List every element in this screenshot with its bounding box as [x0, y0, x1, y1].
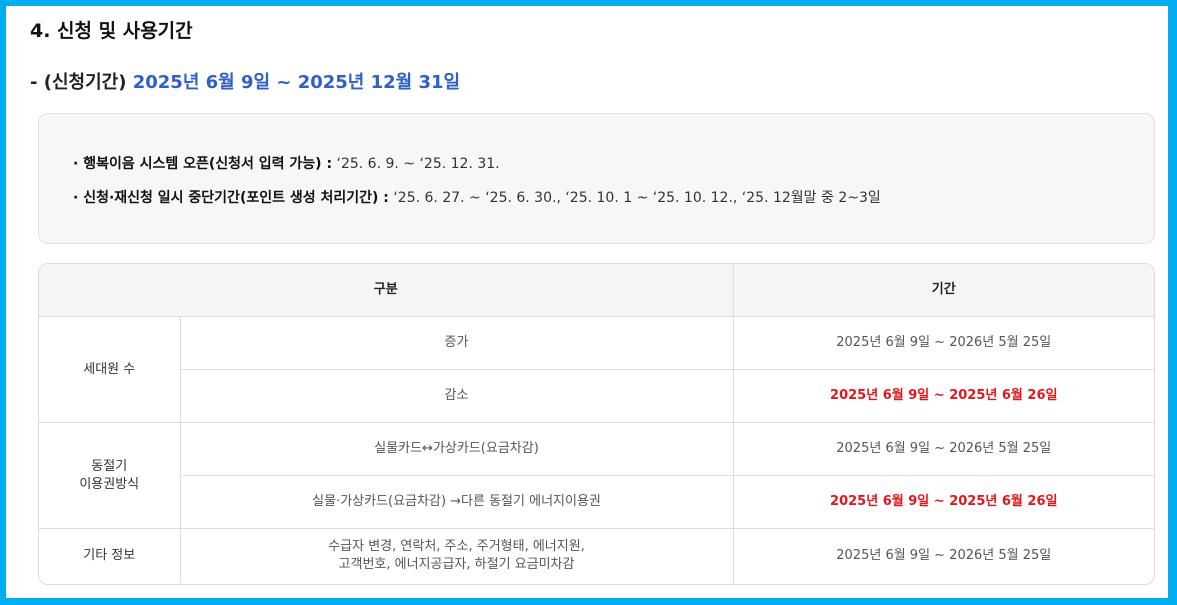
period-cell: 2025년 6월 9일 ~ 2026년 5월 25일 [732, 528, 1154, 583]
item-line: 고객번호, 에너지공급자, 하절기 요금미차감 [338, 557, 575, 572]
table-row: 세대원 수 증가 2025년 6월 9일 ~ 2026년 5월 25일 [39, 316, 1154, 423]
notice-value: ‘25. 6. 27. ~ ‘25. 6. 30., ‘25. 10. 1 ~ … [388, 190, 881, 206]
table-row: 감소 2025년 6월 9일 ~ 2025년 6월 26일 [39, 369, 1154, 423]
category-line: 이용권방식 [79, 476, 140, 492]
table-header-row: 구분 기간 [39, 264, 1154, 317]
period-cell-highlight: 2025년 6월 9일 ~ 2025년 6월 26일 [732, 369, 1154, 423]
item-cell: 수급자 변경, 연락처, 주소, 주거형태, 에너지원, 고객번호, 에너지공급… [179, 528, 734, 583]
application-period-range: 2025년 6월 9일 ~ 2025년 12월 31일 [132, 72, 461, 93]
application-period: - (신청기간) 2025년 6월 9일 ~ 2025년 12월 31일 [30, 68, 460, 94]
section-title: 4. 신청 및 사용기간 [30, 20, 193, 42]
notice-label: · 신청·재신청 일시 중단기간(포인트 생성 처리기간) : [73, 190, 389, 206]
period-cell-highlight: 2025년 6월 9일 ~ 2025년 6월 26일 [732, 475, 1154, 529]
category-household: 세대원 수 [39, 316, 181, 423]
period-cell: 2025년 6월 9일 ~ 2026년 5월 25일 [732, 422, 1154, 476]
notice-item-system-open: · 행복이음 시스템 오픈(신청서 입력 가능) : ‘25. 6. 9. ~ … [73, 153, 500, 173]
table-row: 동절기 이용권방식 실물카드↔가상카드(요금차감) 2025년 6월 9일 ~ … [39, 422, 1154, 529]
item-cell: 증가 [179, 316, 734, 370]
notice-label: · 행복이음 시스템 오픈(신청서 입력 가능) : [73, 156, 333, 172]
category-winter-voucher: 동절기 이용권방식 [39, 422, 181, 529]
period-cell: 2025년 6월 9일 ~ 2026년 5월 25일 [732, 316, 1154, 370]
notice-box: · 행복이음 시스템 오픈(신청서 입력 가능) : ‘25. 6. 9. ~ … [38, 113, 1155, 244]
header-period: 기간 [732, 264, 1154, 317]
period-table: 구분 기간 세대원 수 증가 2025년 6월 9일 ~ 2026년 5월 25… [38, 263, 1155, 585]
item-cell: 실물·가상카드(요금차감) →다른 동절기 에너지이용권 [180, 475, 734, 529]
notice-value: ‘25. 6. 9. ~ ‘25. 12. 31. [332, 156, 500, 172]
item-line: 수급자 변경, 연락처, 주소, 주거형태, 에너지원, [328, 539, 585, 554]
item-cell: 실물카드↔가상카드(요금차감) [179, 422, 734, 476]
notice-item-suspension: · 신청·재신청 일시 중단기간(포인트 생성 처리기간) : ‘25. 6. … [73, 187, 881, 207]
item-cell: 감소 [180, 369, 734, 423]
application-period-label: - (신청기간) [30, 72, 127, 93]
content-frame: 4. 신청 및 사용기간 - (신청기간) 2025년 6월 9일 ~ 2025… [6, 6, 1168, 598]
category-line: 동절기 [91, 458, 128, 474]
category-other-info: 기타 정보 [39, 528, 181, 583]
table-row: 기타 정보 수급자 변경, 연락처, 주소, 주거형태, 에너지원, 고객번호,… [39, 528, 1154, 583]
table-row: 실물·가상카드(요금차감) →다른 동절기 에너지이용권 2025년 6월 9일… [39, 475, 1154, 529]
header-category: 구분 [39, 264, 734, 317]
